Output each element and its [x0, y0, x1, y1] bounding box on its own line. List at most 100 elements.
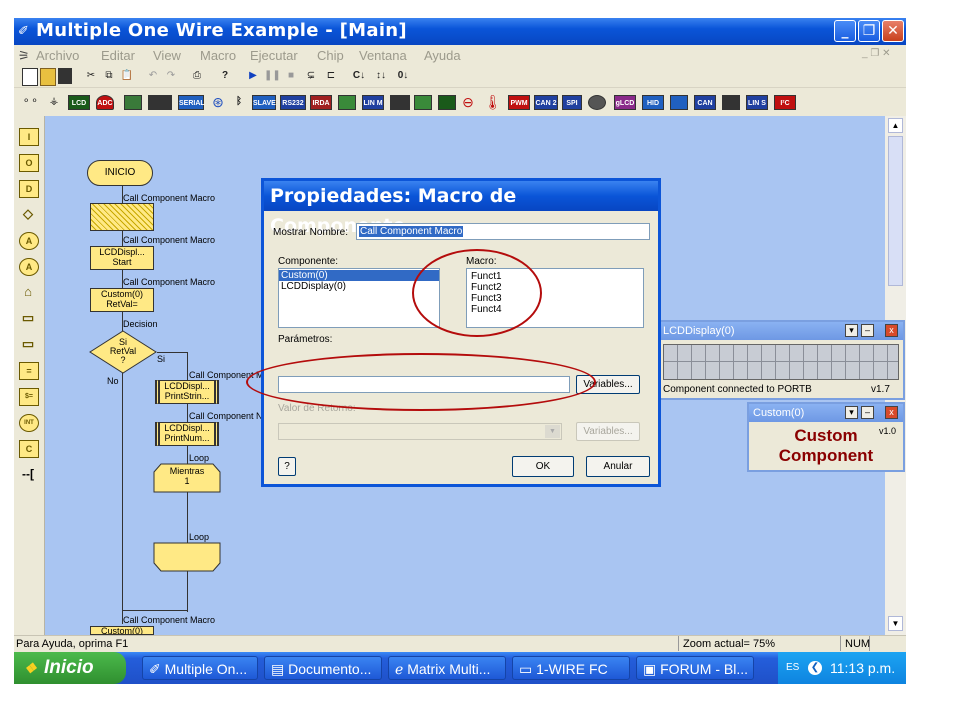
close-button[interactable]: ✕: [882, 20, 904, 42]
scroll-down-button[interactable]: ▼: [888, 616, 903, 631]
ok-button[interactable]: OK: [512, 456, 574, 477]
lcd-display-window[interactable]: LCDDisplay(0) ▾ – x Component connected …: [657, 320, 905, 400]
call-macro-block-3[interactable]: Custom(0) RetVal=: [90, 288, 154, 312]
component-macro-icon[interactable]: ▭: [19, 310, 37, 326]
lcd-collapse-button[interactable]: ▾: [845, 324, 858, 337]
keyboard-icon[interactable]: [722, 95, 740, 110]
menu-view[interactable]: View: [153, 48, 181, 63]
task-documento[interactable]: ▤ Documento...: [264, 656, 382, 680]
menu-chip[interactable]: Chip: [317, 48, 344, 63]
combo-arrow-icon[interactable]: ▼: [545, 425, 560, 438]
undo-icon[interactable]: ↶: [146, 68, 160, 84]
mostrar-nombre-input[interactable]: Call Component Macro: [356, 223, 650, 240]
custom-component-window[interactable]: Custom(0) ▾ – x Custom Component v1.0: [747, 402, 905, 472]
redo-icon[interactable]: ↷: [164, 68, 178, 84]
connection-icon[interactable]: A: [19, 258, 39, 276]
calculation-icon[interactable]: =: [19, 362, 39, 380]
minimize-button[interactable]: _: [834, 20, 856, 42]
temperature-icon[interactable]: 🌡: [484, 94, 502, 110]
seven-seg-icon[interactable]: [124, 95, 142, 110]
input-icon[interactable]: I: [19, 128, 39, 146]
serial-icon[interactable]: SERIAL: [178, 95, 205, 110]
custom-close-button[interactable]: x: [885, 406, 898, 419]
macro-icon[interactable]: ▭: [19, 336, 37, 352]
chip-icon[interactable]: 0↓: [394, 68, 412, 84]
lin-s-icon[interactable]: LIN S: [746, 95, 768, 110]
call-macro-block-2[interactable]: LCDDispl... Start: [90, 246, 154, 270]
delay-icon[interactable]: D: [19, 180, 39, 198]
call-macro-block-5[interactable]: LCDDispl... PrintNum...: [155, 422, 219, 446]
menu-ayuda[interactable]: Ayuda: [424, 48, 461, 63]
can-icon[interactable]: CAN: [694, 95, 716, 110]
cancel-button[interactable]: Anular: [586, 456, 650, 477]
output-icon[interactable]: O: [19, 154, 39, 172]
start-button[interactable]: ❖ Inicio: [14, 652, 126, 684]
menu-ventana[interactable]: Ventana: [359, 48, 407, 63]
maximize-button[interactable]: ❐: [858, 20, 880, 42]
web-icon[interactable]: [390, 95, 410, 110]
call-macro-block-4[interactable]: LCDDispl... PrintStrin...: [155, 380, 219, 404]
c-code-icon[interactable]: C↓: [350, 68, 368, 84]
string-icon[interactable]: $=: [19, 388, 39, 406]
adc-read-icon[interactable]: A: [19, 232, 39, 250]
eeprom-icon[interactable]: [438, 95, 456, 110]
call-macro-block-6[interactable]: Custom(0): [90, 626, 154, 635]
decision-icon[interactable]: ◇: [19, 206, 37, 222]
open-icon[interactable]: [40, 68, 56, 86]
new-icon[interactable]: [22, 68, 38, 86]
slave-icon[interactable]: SLAVE: [252, 95, 276, 110]
hid-icon[interactable]: HID: [642, 95, 664, 110]
variables-button-2[interactable]: Variables...: [576, 422, 640, 441]
loop-icon[interactable]: ⌂: [19, 284, 37, 300]
step-into-icon[interactable]: ⊊: [304, 68, 318, 84]
menu-archivo[interactable]: Archivo: [36, 48, 79, 63]
led-array-icon[interactable]: [148, 95, 172, 110]
compile-icon[interactable]: ↕↓: [372, 68, 390, 84]
step-over-icon[interactable]: ⊏: [324, 68, 338, 84]
rf-icon[interactable]: [414, 95, 432, 110]
module-icon[interactable]: [338, 95, 356, 110]
irda-icon[interactable]: IRDA: [310, 95, 332, 110]
print-icon[interactable]: ⎙: [190, 68, 204, 84]
custom-minimize-button[interactable]: –: [861, 406, 874, 419]
switches-icon[interactable]: ⚬⚬: [22, 94, 39, 110]
lin-m-icon[interactable]: LIN M: [362, 95, 384, 110]
pause-icon[interactable]: ❚❚: [264, 68, 281, 84]
compass-icon[interactable]: ⊛: [210, 94, 226, 110]
scroll-thumb[interactable]: [888, 136, 903, 286]
can2-icon[interactable]: CAN 2: [534, 95, 558, 110]
spi-icon[interactable]: SPI: [562, 95, 582, 110]
lcd-close-button[interactable]: x: [885, 324, 898, 337]
language-indicator[interactable]: ES: [786, 652, 799, 684]
task-1-wire-fc[interactable]: ▭ 1-WIRE FC: [512, 656, 630, 680]
lcd-minimize-button[interactable]: –: [861, 324, 874, 337]
paste-icon[interactable]: 📋: [120, 68, 134, 84]
mdi-min-icon[interactable]: _ ❐ ✕: [862, 48, 890, 59]
i2c-icon[interactable]: I²C: [774, 95, 796, 110]
comment-icon[interactable]: --[: [19, 466, 37, 482]
copy-icon[interactable]: ⧉: [102, 68, 116, 84]
call-macro-block-1[interactable]: [90, 203, 154, 231]
start-terminal[interactable]: INICIO: [87, 160, 153, 186]
adc-icon[interactable]: ADC: [96, 95, 114, 110]
disk-icon[interactable]: [588, 95, 606, 110]
pwm-icon[interactable]: PWM: [508, 95, 530, 110]
menu-editar[interactable]: Editar: [101, 48, 135, 63]
back-arrow-icon[interactable]: ❮: [808, 661, 822, 675]
save-icon[interactable]: [58, 68, 72, 84]
rs232-icon[interactable]: RS232: [280, 95, 306, 110]
task-matrix-multi[interactable]: ℯ Matrix Multi...: [388, 656, 506, 680]
bluetooth-icon[interactable]: ᛒ: [232, 94, 246, 110]
valor-retorno-combo[interactable]: ▼: [278, 423, 562, 440]
task-forum[interactable]: ▣ FORUM - Bl...: [636, 656, 754, 680]
zigbee-icon[interactable]: ⊖: [460, 94, 476, 110]
help-icon[interactable]: ?: [218, 68, 232, 84]
keypad-icon[interactable]: ⚶: [46, 94, 62, 110]
user-icon[interactable]: [670, 95, 688, 110]
interrupt-icon[interactable]: INT: [19, 414, 39, 432]
help-button[interactable]: ?: [278, 457, 296, 476]
code-icon[interactable]: C: [19, 440, 39, 458]
cut-icon[interactable]: ✂: [84, 68, 98, 84]
lcd-icon[interactable]: LCD: [68, 95, 90, 110]
scroll-up-button[interactable]: ▲: [888, 118, 903, 133]
